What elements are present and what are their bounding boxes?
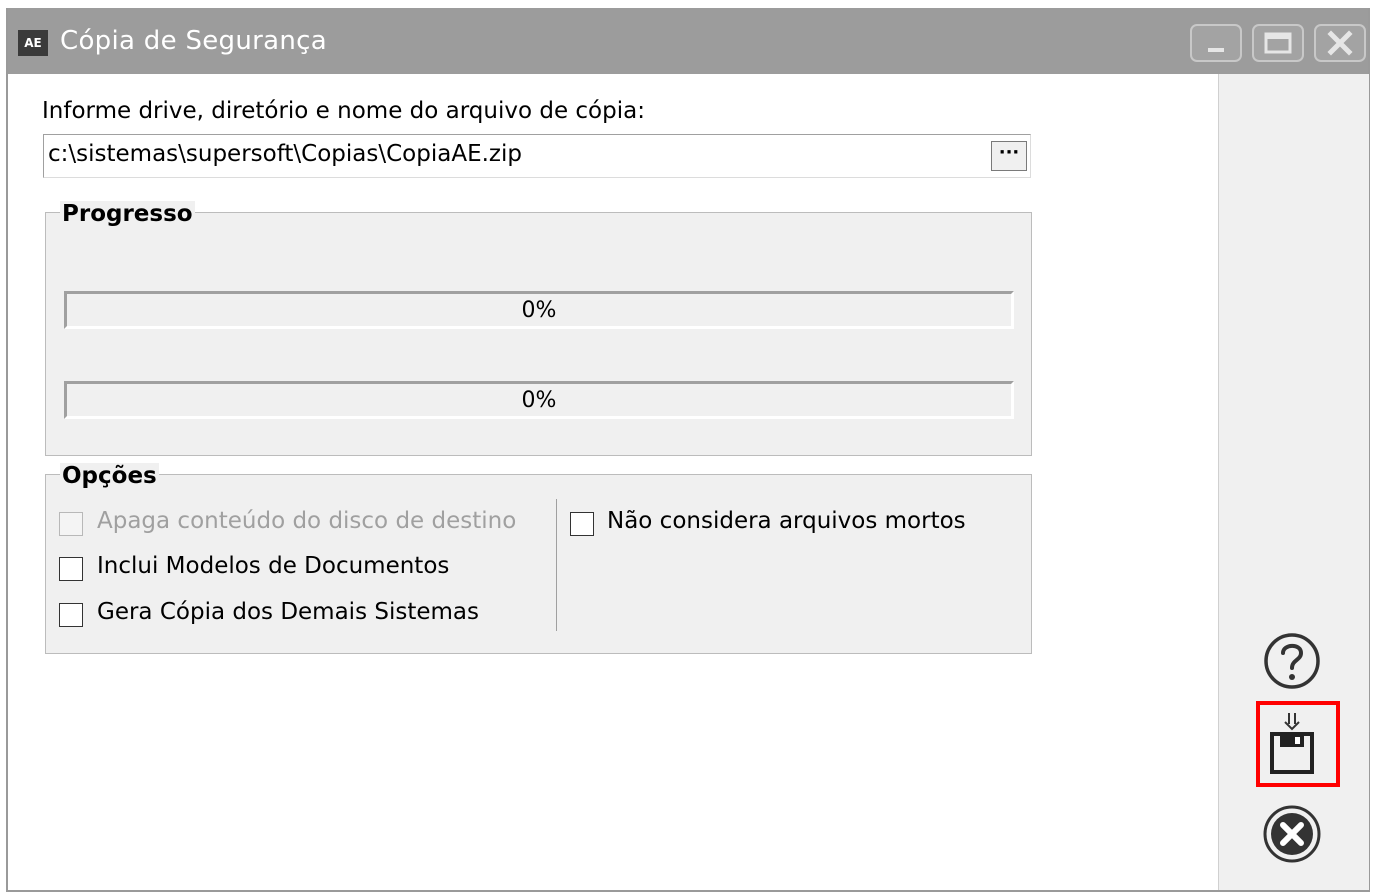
minimize-button[interactable]: [1190, 24, 1242, 62]
maximize-icon: [1264, 32, 1292, 54]
progress-bar-2: 0%: [64, 381, 1014, 419]
progress-bar-2-text: 0%: [521, 388, 557, 413]
progress-group: Progresso 0% 0%: [45, 201, 1032, 456]
gera-copia-label[interactable]: Gera Cópia dos Demais Sistemas: [97, 599, 479, 625]
backup-path-input[interactable]: c:\sistemas\supersoft\Copias\CopiaAE.zip: [43, 134, 1031, 178]
save-highlight-box: [1256, 701, 1340, 787]
app-logo-icon: AE: [18, 30, 48, 56]
inclui-modelos-label[interactable]: Inclui Modelos de Documentos: [97, 553, 449, 579]
options-group-title: Opções: [60, 463, 159, 489]
minimize-icon: [1208, 48, 1224, 52]
apaga-conteudo-label: Apaga conteúdo do disco de destino: [97, 508, 517, 534]
cancel-x-circle-icon: [1263, 805, 1321, 863]
options-divider: [556, 499, 557, 631]
gera-copia-checkbox[interactable]: [59, 603, 83, 627]
title-bar[interactable]: AE Cópia de Segurança: [8, 8, 1368, 74]
close-icon: [1327, 30, 1353, 56]
nao-considera-label[interactable]: Não considera arquivos mortos: [607, 508, 966, 534]
close-window-button[interactable]: [1314, 24, 1366, 62]
window-title: Cópia de Segurança: [60, 26, 327, 56]
browse-button[interactable]: ···: [991, 141, 1027, 171]
form-area: Informe drive, diretório e nome do arqui…: [8, 74, 1218, 890]
backup-window: AE Cópia de Segurança Informe drive, dir…: [6, 8, 1370, 892]
progress-bar-1-text: 0%: [521, 298, 557, 323]
apaga-conteudo-checkbox: [59, 512, 83, 536]
progress-group-title: Progresso: [60, 201, 195, 227]
maximize-button[interactable]: [1252, 24, 1304, 62]
progress-bar-1: 0%: [64, 291, 1014, 329]
options-group: Opções Apaga conteúdo do disco de destin…: [45, 463, 1032, 654]
path-label: Informe drive, diretório e nome do arqui…: [42, 98, 645, 124]
help-icon: [1264, 633, 1320, 689]
cancel-button[interactable]: [1259, 799, 1325, 869]
action-panel: [1218, 74, 1369, 890]
help-button[interactable]: [1259, 627, 1325, 697]
nao-considera-checkbox[interactable]: [570, 512, 594, 536]
inclui-modelos-checkbox[interactable]: [59, 557, 83, 581]
